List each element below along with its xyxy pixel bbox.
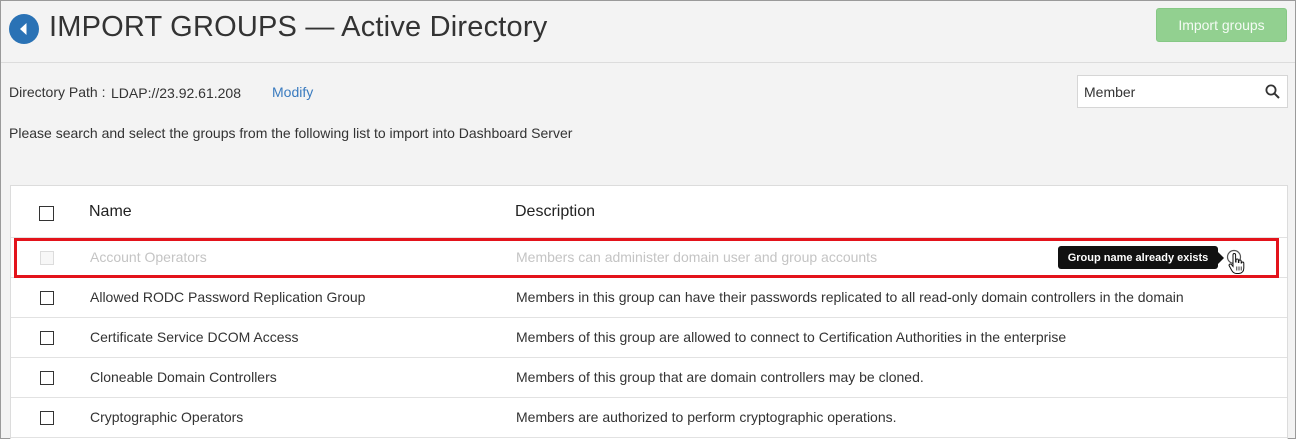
column-header-name: Name (89, 203, 132, 220)
group-name: Certificate Service DCOM Access (90, 329, 299, 345)
group-description: Members are authorized to perform crypto… (516, 409, 897, 425)
table-row[interactable]: Allowed RODC Password Replication Group … (11, 278, 1287, 318)
search-icon[interactable] (1265, 84, 1280, 99)
row-checkbox[interactable] (40, 371, 54, 385)
info-icon[interactable] (1226, 249, 1242, 265)
group-description: Members of this group that are domain co… (516, 369, 924, 385)
group-description: Members can administer domain user and g… (516, 249, 878, 265)
table-row[interactable]: Cloneable Domain Controllers Members of … (11, 358, 1287, 398)
import-groups-button[interactable]: Import groups (1156, 8, 1287, 42)
group-name: Account Operators (90, 249, 207, 265)
row-checkbox (40, 251, 54, 265)
page-title: IMPORT GROUPS — Active Directory (49, 11, 548, 43)
row-checkbox[interactable] (40, 291, 54, 305)
directory-path-value: LDAP://23.92.61.208 (111, 85, 241, 101)
row-checkbox[interactable] (40, 331, 54, 345)
back-button[interactable] (9, 14, 39, 44)
group-name: Cryptographic Operators (90, 409, 244, 425)
column-header-description: Description (515, 203, 596, 220)
modify-link[interactable]: Modify (272, 84, 313, 100)
group-name: Allowed RODC Password Replication Group (90, 289, 366, 305)
row-checkbox[interactable] (40, 411, 54, 425)
search-input[interactable] (1084, 82, 1254, 102)
group-description: Members in this group can have their pas… (516, 289, 1184, 305)
table-header: Name Description (11, 186, 1287, 238)
instruction-text: Please search and select the groups from… (9, 125, 573, 141)
table-row[interactable]: Cryptographic Operators Members are auth… (11, 398, 1287, 438)
page-header: IMPORT GROUPS — Active Directory Import … (1, 1, 1295, 63)
tooltip: Group name already exists (1058, 246, 1218, 269)
group-name: Cloneable Domain Controllers (90, 369, 277, 385)
group-description: Members of this group are allowed to con… (516, 329, 1067, 345)
tooltip-arrow (1218, 252, 1224, 264)
select-all-checkbox[interactable] (39, 206, 54, 221)
groups-table: Name Description Account Operators Membe… (10, 185, 1288, 439)
back-arrow-icon (20, 23, 27, 35)
table-row[interactable]: Certificate Service DCOM Access Members … (11, 318, 1287, 358)
search-box[interactable] (1077, 75, 1288, 108)
directory-path-label: Directory Path : (9, 84, 106, 100)
